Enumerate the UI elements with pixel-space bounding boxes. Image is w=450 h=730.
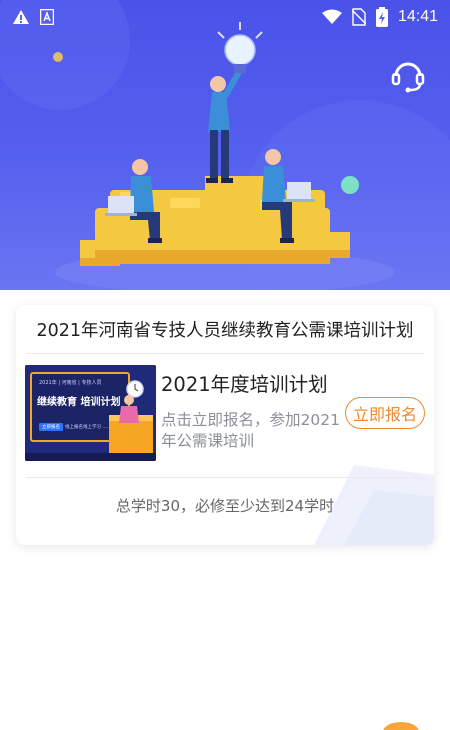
wifi-icon xyxy=(321,9,342,24)
no-sim-icon xyxy=(351,8,366,26)
status-left xyxy=(12,9,54,25)
status-time: 14:41 xyxy=(397,8,438,25)
keyboard-a-icon xyxy=(40,9,54,25)
support-button[interactable] xyxy=(386,52,430,96)
hero-illustration xyxy=(0,0,450,290)
card-title: 2021年河南省专技人员继续教育公需课培训计划 xyxy=(36,320,414,341)
enroll-button[interactable]: 立即报名 xyxy=(345,397,425,429)
hero-banner: 14:41 xyxy=(0,0,450,290)
plan-title[interactable]: 2021年度培训计划 xyxy=(161,368,328,397)
thumbnail-small-text: 2021年 | 河南省 | 专技人员 xyxy=(39,380,102,386)
headset-icon xyxy=(391,62,425,93)
battery-charging-icon xyxy=(375,7,388,27)
divider xyxy=(26,353,424,354)
hours-requirement: 总学时30，必修至少达到24学时 xyxy=(115,496,335,515)
floating-action-edge[interactable] xyxy=(378,718,424,730)
training-plan-card: 2021年河南省专技人员继续教育公需课培训计划 2021年 | 河南省 | 专技… xyxy=(16,305,434,545)
warning-icon xyxy=(13,10,29,24)
plan-thumbnail[interactable]: 2021年 | 河南省 | 专技人员 继续教育 培训计划 立即报名 线上报名线上… xyxy=(25,365,156,461)
thumbnail-sub-text: 线上报名线上学习 …… xyxy=(65,425,112,430)
thumbnail-chip: 立即报名 xyxy=(39,423,63,431)
thumbnail-big-text: 继续教育 培训计划 xyxy=(37,397,121,408)
status-bar: 14:41 xyxy=(0,0,450,34)
plan-description: 点击立即报名，参加2021年公需课培训 xyxy=(161,411,340,450)
status-right: 14:41 xyxy=(321,7,438,27)
